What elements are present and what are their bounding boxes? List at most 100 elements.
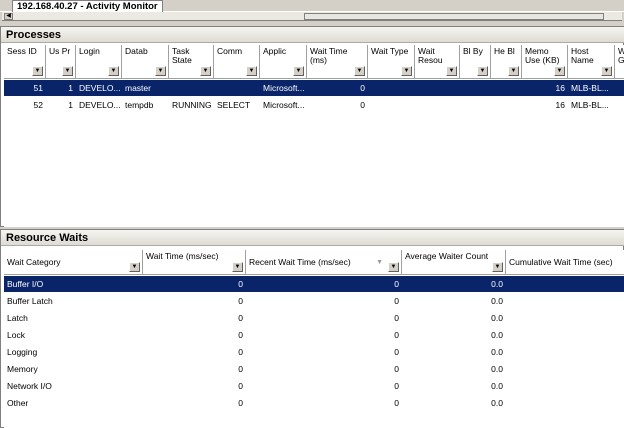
column-header-label: Wait Category [7,257,61,267]
filter-dropdown-icon[interactable]: ▼ [554,66,565,76]
column-header[interactable]: Average Waiter Count ▼ [402,250,506,275]
table-cell: Other [7,398,29,408]
column-header[interactable]: Task State ▼ [169,45,214,79]
scroll-left-icon[interactable]: ◀ [4,13,13,20]
column-header-label: Average Waiter Count [405,251,489,261]
table-cell: 0 [394,296,399,306]
table-cell: 0.0 [491,347,503,357]
column-header[interactable]: Comm ▼ [214,45,260,79]
column-header-label: Bl By [463,46,483,56]
table-cell: 0 [360,100,365,110]
column-header[interactable]: Wait Type ▼ [368,45,415,79]
column-header[interactable]: Bl By ▼ [460,45,491,79]
column-header[interactable]: Cumulative Wait Time (sec) [506,250,624,275]
filter-dropdown-icon[interactable]: ▼ [200,66,211,76]
table-cell: 0.0 [491,279,503,289]
filter-dropdown-icon[interactable]: ▼ [492,262,503,272]
table-row[interactable]: Network I/O 0 0 0.0 [4,378,624,394]
table-cell: Lock [7,330,25,340]
table-row[interactable]: 51 1 DEVELO... master Microsoft... 0 16 MLB-BL.… [4,80,624,96]
column-header[interactable]: Sess ID ▼ [4,45,46,79]
column-header-label: Login [79,46,100,56]
column-header[interactable]: Login ▼ [76,45,122,79]
table-cell: 0 [394,330,399,340]
column-header-label: W G [618,47,624,65]
column-header-label: Datab [125,46,148,56]
filter-dropdown-icon[interactable]: ▼ [232,262,243,272]
filter-dropdown-icon[interactable]: ▼ [62,66,73,76]
tab-scrollbar[interactable]: ◀ [2,12,622,21]
column-header[interactable]: W G [615,45,624,79]
filter-dropdown-icon[interactable]: ▼ [354,66,365,76]
table-cell: 0 [394,381,399,391]
column-header-label: Task State [172,46,192,65]
filter-dropdown-icon[interactable]: ▼ [401,66,412,76]
column-header[interactable]: Wait Time (ms) ▼ [307,45,368,79]
column-header[interactable]: Us Pr ▼ [46,45,76,79]
table-cell: 0 [238,398,243,408]
filter-dropdown-icon[interactable]: ▼ [108,66,119,76]
column-header[interactable]: Recent Wait Time (ms/sec) ▼ ▼ [246,250,402,275]
column-header[interactable]: Wait Category ▼ [4,250,143,275]
table-cell: 0 [394,279,399,289]
filter-dropdown-icon[interactable]: ▼ [293,66,304,76]
table-cell: 0 [238,313,243,323]
column-header-label: Cumulative Wait Time (sec) [509,257,613,267]
table-row[interactable]: Memory 0 0 0.0 [4,361,624,377]
table-cell: 0.0 [491,364,503,374]
column-header[interactable]: Memo Use (KB) ▼ [522,45,568,79]
table-cell: Buffer Latch [7,296,53,306]
column-header-label: Sess ID [7,46,37,56]
filter-dropdown-icon[interactable]: ▼ [129,262,140,272]
processes-grid: Sess ID ▼ Us Pr ▼ Login ▼ Datab ▼ Task State ▼ Com… [4,45,624,227]
table-cell [169,80,214,96]
column-header[interactable]: He Bl ▼ [491,45,522,79]
table-row[interactable]: Logging 0 0 0.0 [4,344,624,360]
filter-dropdown-icon[interactable]: ▼ [601,66,612,76]
column-header-label: Wait Time (ms) [310,46,348,65]
table-cell: 52 [33,100,43,110]
column-header[interactable]: Wait Resou ▼ [415,45,460,79]
table-cell: Microsoft... [263,100,305,110]
table-cell: 0 [238,330,243,340]
table-cell: DEVELO... [79,83,121,93]
table-cell: RUNNING [172,100,212,110]
table-row[interactable]: 52 1 DEVELO... tempdb RUNNING SELECT Microsoft… [4,97,624,113]
resource-waits-title: Resource Waits [1,230,624,246]
column-header[interactable]: Datab ▼ [122,45,169,79]
table-cell: 0 [238,381,243,391]
table-cell: 1 [68,100,73,110]
table-cell: Network I/O [7,381,52,391]
table-cell [214,80,260,96]
filter-dropdown-icon[interactable]: ▼ [477,66,488,76]
table-cell: Microsoft... [263,83,305,93]
column-header-label: Host Name [571,46,594,65]
table-row[interactable]: Latch 0 0 0.0 [4,310,624,326]
table-row[interactable]: Buffer I/O 0 0 0.0 [4,276,624,292]
filter-dropdown-icon[interactable]: ▼ [388,262,399,272]
filter-dropdown-icon[interactable]: ▼ [446,66,457,76]
filter-dropdown-icon[interactable]: ▼ [508,66,519,76]
table-cell [415,97,460,113]
table-row[interactable]: Other 0 0 0.0 [4,395,624,411]
column-header[interactable]: Applic ▼ [260,45,307,79]
resource-waits-panel: Resource Waits Wait Category ▼ Wait Time (… [0,229,624,428]
filter-dropdown-icon[interactable]: ▼ [32,66,43,76]
column-header[interactable]: Wait Time (ms/sec) ▼ [143,250,246,275]
table-cell: 0.0 [491,330,503,340]
processes-panel: Processes Sess ID ▼ Us Pr ▼ Login ▼ Datab ▼ Task… [0,26,624,227]
table-cell [368,80,415,96]
filter-dropdown-icon[interactable]: ▼ [155,66,166,76]
filter-dropdown-icon[interactable]: ▼ [246,66,257,76]
column-header-label: Memo Use (KB) [525,46,560,65]
table-cell: 0 [238,279,243,289]
table-cell: 1 [68,83,73,93]
table-row[interactable]: Buffer Latch 0 0 0.0 [4,293,624,309]
table-cell: 0.0 [491,381,503,391]
table-cell [460,97,491,113]
sort-arrow-icon: ▼ [376,259,383,266]
table-row[interactable]: Lock 0 0 0.0 [4,327,624,343]
column-header[interactable]: Host Name ▼ [568,45,615,79]
table-cell: 0.0 [491,398,503,408]
table-cell: DEVELO... [79,100,121,110]
